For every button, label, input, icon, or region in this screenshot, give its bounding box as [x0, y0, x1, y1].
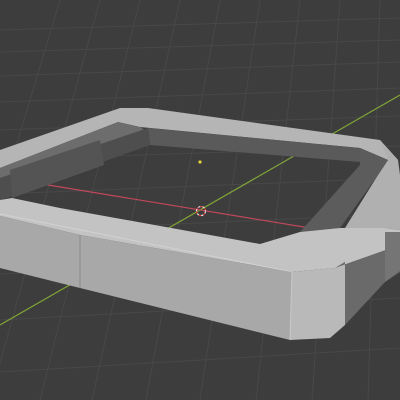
3d-viewport[interactable] — [0, 0, 400, 400]
frame-front-bevel — [290, 260, 345, 340]
viewport-canvas[interactable] — [0, 0, 400, 400]
light-object-icon[interactable] — [198, 160, 202, 164]
